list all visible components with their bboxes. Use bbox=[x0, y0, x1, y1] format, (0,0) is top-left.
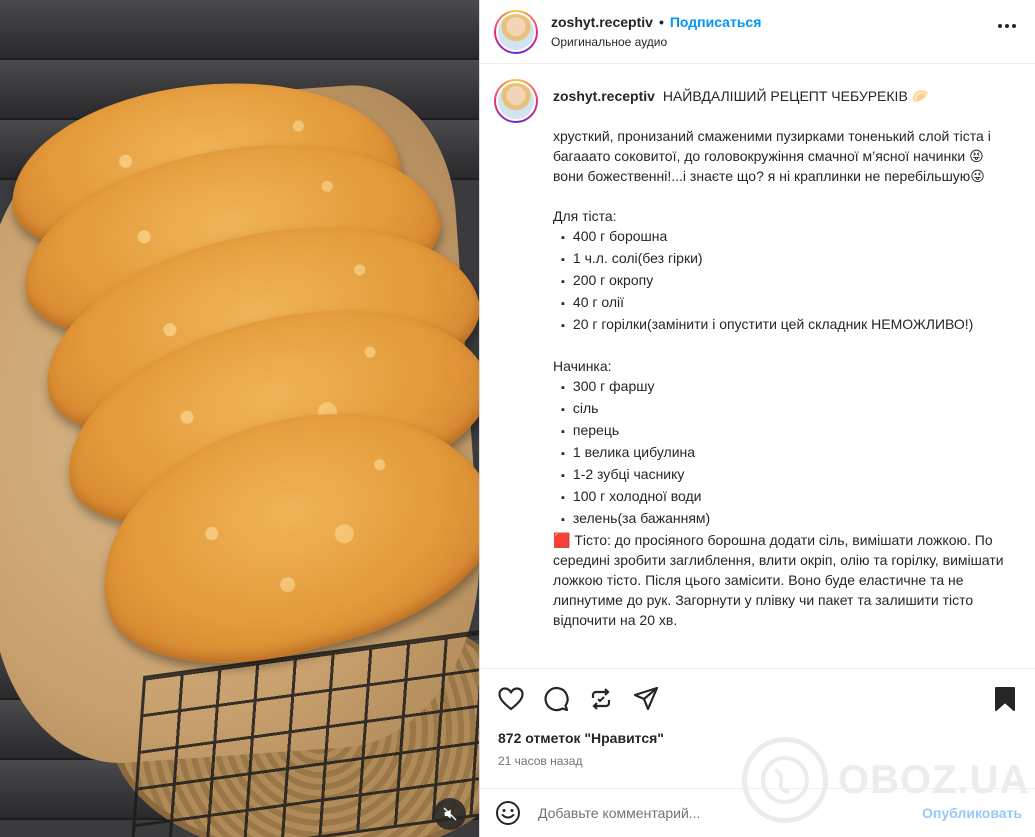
filling-item: 300 г фаршу bbox=[553, 376, 1022, 398]
likes-count[interactable]: 872 отметок "Нравится" bbox=[498, 730, 664, 746]
like-button[interactable] bbox=[496, 684, 526, 714]
heart-icon bbox=[498, 686, 524, 710]
more-options-button[interactable] bbox=[995, 14, 1019, 38]
muted-speaker-icon bbox=[443, 807, 457, 821]
audio-label[interactable]: Оригинальное аудио bbox=[551, 35, 761, 49]
recipe-step: 🟥 Тісто: до просіяного борошна додати сі… bbox=[553, 532, 1008, 628]
comment-button[interactable] bbox=[541, 684, 571, 714]
post-header: zoshyt.receptiv • Подписаться Оригинальн… bbox=[480, 0, 1035, 64]
caption-scroll-area[interactable]: zoshyt.receptiv НАЙВДАЛІШИЙ РЕЦЕПТ ЧЕБУР… bbox=[480, 65, 1035, 668]
dough-item: 20 г горілки(замінити і опустити цей скл… bbox=[553, 314, 1022, 336]
avatar bbox=[496, 11, 536, 52]
smiley-icon bbox=[496, 801, 520, 825]
filling-heading: Начинка: bbox=[553, 358, 612, 374]
share-button[interactable] bbox=[631, 684, 661, 714]
follow-button[interactable]: Подписаться bbox=[670, 14, 762, 30]
caption-title: НАЙВДАЛІШИЙ РЕЦЕПТ ЧЕБУРЕКІВ 🥟 bbox=[662, 88, 930, 104]
repost-button[interactable] bbox=[586, 684, 616, 714]
caption-username[interactable]: zoshyt.receptiv bbox=[553, 88, 655, 104]
comment-bar: Опубликовать bbox=[480, 788, 1035, 837]
post-side-panel: zoshyt.receptiv • Подписаться Оригинальн… bbox=[479, 0, 1035, 837]
avatar-ring[interactable] bbox=[494, 9, 538, 54]
dough-item: 40 г олії bbox=[553, 292, 1022, 314]
comment-input[interactable] bbox=[538, 805, 898, 821]
comment-icon bbox=[544, 686, 569, 711]
bookmark-icon bbox=[995, 686, 1015, 711]
send-icon bbox=[633, 686, 659, 710]
caption-intro: вони божественні!...і знаєте що? я ні кр… bbox=[553, 168, 985, 184]
more-horizontal-icon bbox=[998, 24, 1016, 28]
save-button[interactable] bbox=[990, 684, 1020, 714]
caption-body: zoshyt.receptiv НАЙВДАЛІШИЙ РЕЦЕПТ ЧЕБУР… bbox=[553, 79, 1022, 630]
dough-heading: Для тіста: bbox=[553, 208, 617, 224]
caption-intro: хрусткий, пронизаний смаженими пузирками… bbox=[553, 128, 995, 164]
filling-item: перець bbox=[553, 420, 1022, 442]
caption-avatar bbox=[496, 81, 536, 121]
filling-item: зелень(за бажанням) bbox=[553, 508, 1022, 530]
filling-item: 100 г холодної води bbox=[553, 486, 1022, 508]
post-media[interactable] bbox=[0, 0, 479, 837]
dough-item: 400 г борошна bbox=[553, 226, 1022, 248]
post-time[interactable]: 21 часов назад bbox=[498, 754, 582, 768]
author-username[interactable]: zoshyt.receptiv bbox=[551, 14, 653, 30]
emoji-button[interactable] bbox=[494, 799, 522, 827]
wood-plank bbox=[0, 0, 479, 60]
repost-icon bbox=[591, 687, 611, 710]
caption-avatar-ring[interactable] bbox=[494, 79, 538, 123]
dough-item: 200 г окропу bbox=[553, 270, 1022, 292]
filling-item: 1-2 зубці часнику bbox=[553, 464, 1022, 486]
action-bar bbox=[480, 668, 1035, 728]
filling-item: 1 велика цибулина bbox=[553, 442, 1022, 464]
filling-item: сіль bbox=[553, 398, 1022, 420]
dough-item: 1 ч.л. солі(без гірки) bbox=[553, 248, 1022, 270]
post-comment-button[interactable]: Опубликовать bbox=[922, 805, 1022, 821]
mute-button[interactable] bbox=[434, 798, 466, 830]
separator-dot: • bbox=[658, 14, 664, 30]
